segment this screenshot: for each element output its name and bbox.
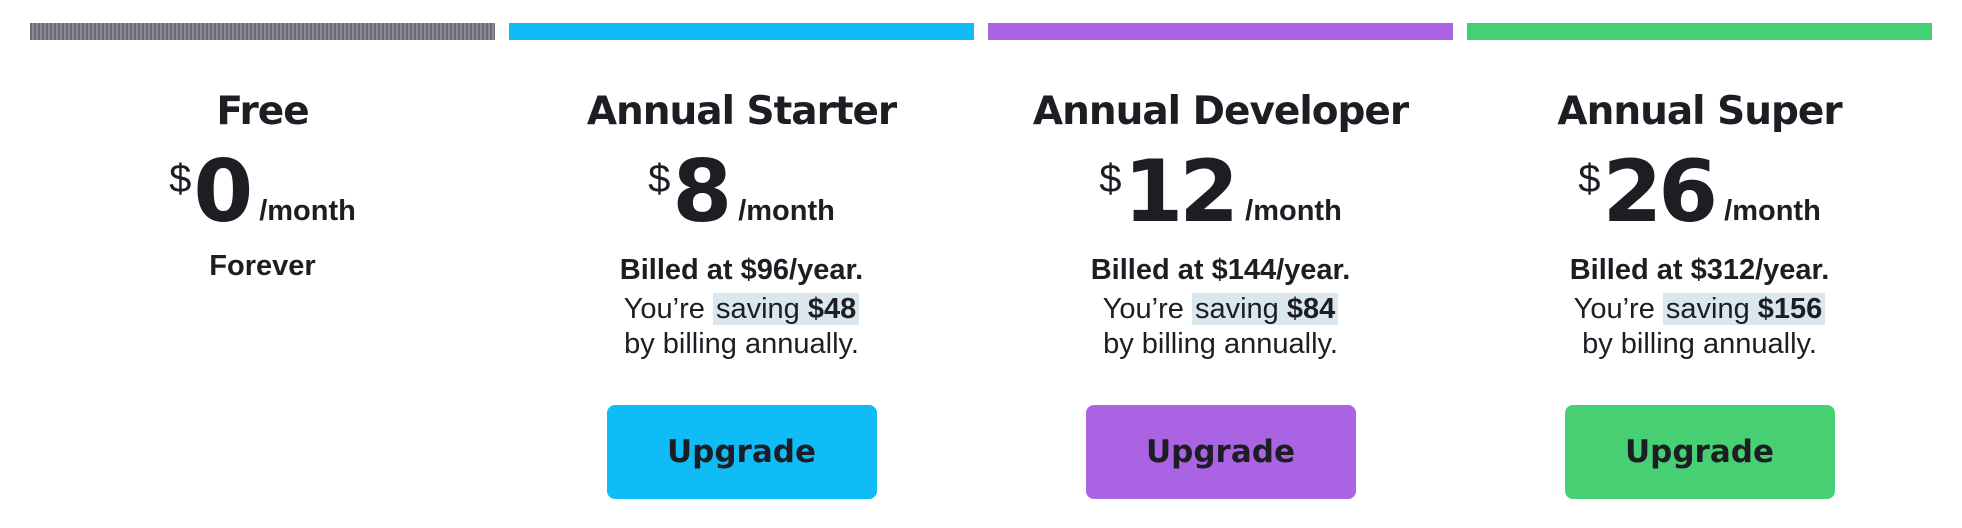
saving-highlight: saving $156 bbox=[1662, 292, 1826, 325]
billing-note: by billing annually. bbox=[1582, 327, 1817, 360]
price-period: /month bbox=[738, 195, 835, 227]
saving-amount: $48 bbox=[807, 292, 857, 325]
plan-free: Free $ 0 /month Forever bbox=[30, 23, 495, 503]
currency-symbol: $ bbox=[1099, 157, 1122, 201]
billing-note: by billing annually. bbox=[624, 327, 859, 360]
saving-highlight: saving $48 bbox=[712, 292, 860, 325]
saving-text: You’re saving $84 bbox=[988, 292, 1453, 327]
plan-color-bar bbox=[30, 23, 495, 40]
price-amount: 26 bbox=[1602, 142, 1718, 242]
plan-subtitle: Forever bbox=[209, 250, 316, 282]
upgrade-button-super[interactable]: Upgrade bbox=[1564, 405, 1835, 500]
price-period: /month bbox=[259, 195, 356, 227]
billing-note: by billing annually. bbox=[1103, 327, 1338, 360]
saving-amount: $84 bbox=[1286, 292, 1336, 325]
currency-symbol: $ bbox=[169, 157, 192, 201]
saving-prefix: You’re bbox=[1573, 292, 1655, 325]
currency-symbol: $ bbox=[648, 157, 671, 201]
saving-prefix: You’re bbox=[1102, 292, 1184, 325]
plan-name: Annual Starter bbox=[586, 89, 897, 134]
price-period: /month bbox=[1724, 195, 1821, 227]
saving-word: saving bbox=[1665, 292, 1750, 325]
billed-annually-text: Billed at $312/year. bbox=[1569, 254, 1830, 286]
price-period: /month bbox=[1245, 195, 1342, 227]
price: $ 26 /month bbox=[1467, 142, 1932, 242]
price: $ 0 /month bbox=[30, 142, 495, 242]
pricing-plans: Free $ 0 /month Forever Annual Starter $… bbox=[30, 23, 1932, 503]
saving-text: You’re saving $156 bbox=[1467, 292, 1932, 327]
plan-color-bar bbox=[509, 23, 974, 40]
saving-word: saving bbox=[715, 292, 800, 325]
plan-name: Annual Developer bbox=[1032, 89, 1409, 134]
price-amount: 0 bbox=[193, 142, 253, 242]
billed-annually-text: Billed at $144/year. bbox=[1090, 254, 1351, 286]
price: $ 12 /month bbox=[988, 142, 1453, 242]
price: $ 8 /month bbox=[509, 142, 974, 242]
saving-word: saving bbox=[1194, 292, 1279, 325]
plan-annual-developer: Annual Developer $ 12 /month Billed at $… bbox=[988, 23, 1453, 503]
upgrade-button-starter[interactable]: Upgrade bbox=[606, 405, 877, 500]
saving-text: You’re saving $48 bbox=[509, 292, 974, 327]
plan-color-bar bbox=[1467, 23, 1932, 40]
saving-amount: $156 bbox=[1757, 292, 1823, 325]
upgrade-button-developer[interactable]: Upgrade bbox=[1085, 405, 1356, 500]
plan-name: Free bbox=[216, 89, 309, 134]
currency-symbol: $ bbox=[1578, 157, 1601, 201]
price-amount: 8 bbox=[672, 142, 732, 242]
plan-annual-super: Annual Super $ 26 /month Billed at $312/… bbox=[1467, 23, 1932, 503]
price-amount: 12 bbox=[1123, 142, 1239, 242]
plan-color-bar bbox=[988, 23, 1453, 40]
saving-highlight: saving $84 bbox=[1191, 292, 1339, 325]
billed-annually-text: Billed at $96/year. bbox=[619, 254, 864, 286]
saving-prefix: You’re bbox=[623, 292, 705, 325]
plan-name: Annual Super bbox=[1557, 89, 1842, 134]
plan-annual-starter: Annual Starter $ 8 /month Billed at $96/… bbox=[509, 23, 974, 503]
